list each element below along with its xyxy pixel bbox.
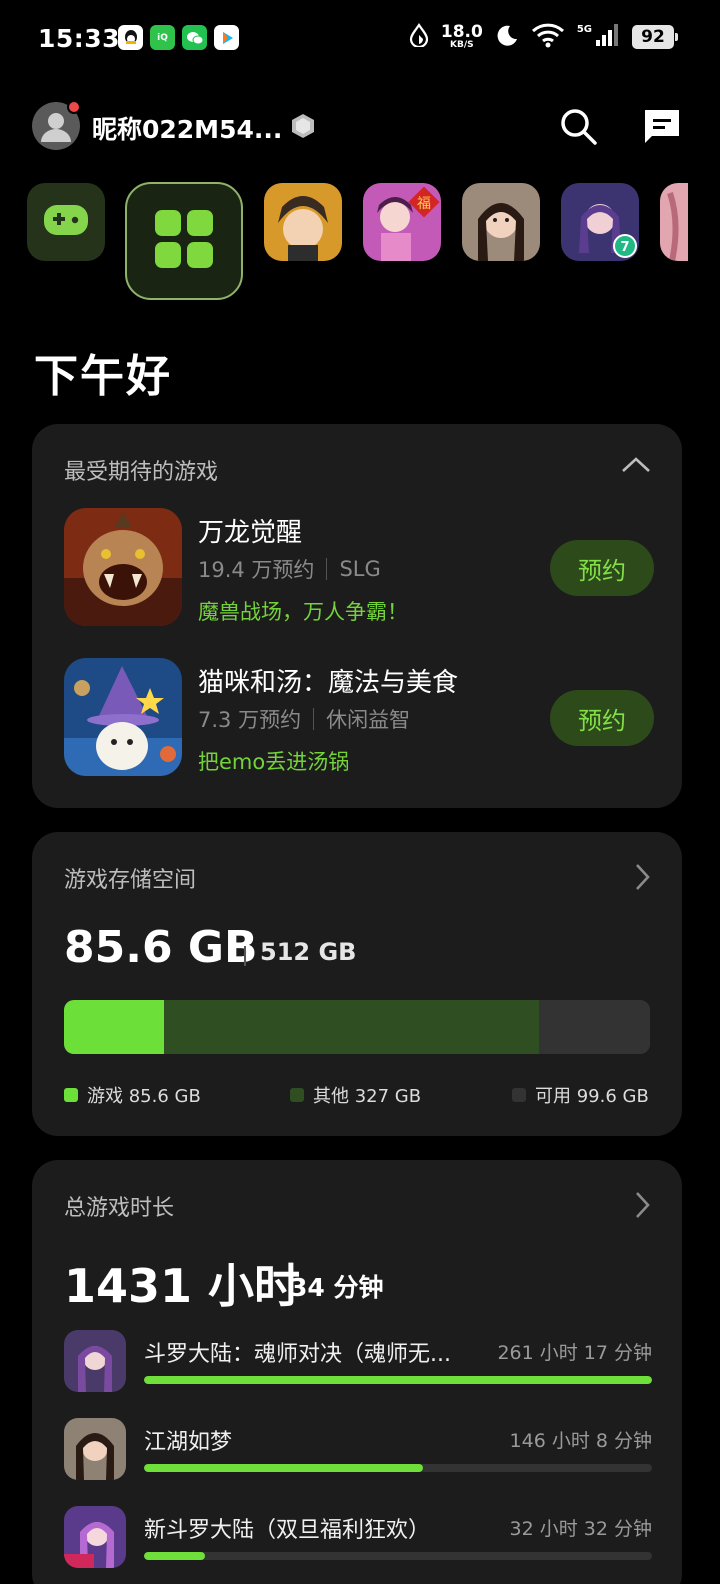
greeting: 下午好 bbox=[34, 351, 172, 402]
user-nickname[interactable]: 昵称022M54... bbox=[92, 110, 282, 146]
game-genre: SLG bbox=[339, 557, 381, 581]
storage-card[interactable]: 游戏存储空间 85.6 GB 512 GB 游戏 85.6 GB 其他 327 … bbox=[32, 832, 682, 1136]
play-time-hours: 1431 小时 bbox=[64, 1259, 301, 1313]
play-time-game-name: 新斗罗大陆（双旦福利狂欢） bbox=[144, 1518, 431, 1543]
wechat-icon bbox=[182, 25, 207, 50]
legend-label: 可用 99.6 GB bbox=[535, 1086, 649, 1107]
signal-icon bbox=[594, 22, 620, 52]
storage-used: 85.6 GB bbox=[64, 922, 258, 973]
game-genre: 休闲益智 bbox=[326, 708, 411, 732]
play-time-row[interactable]: 新斗罗大陆（双旦福利狂欢） 32 小时 32 分钟 bbox=[64, 1506, 652, 1576]
reservation-count: 19.4 万预约 bbox=[198, 558, 315, 582]
play-time-track bbox=[144, 1464, 652, 1472]
storage-title: 游戏存储空间 bbox=[64, 868, 197, 893]
legend-swatch bbox=[290, 1088, 304, 1102]
play-time-duration: 261 小时 17 分钟 bbox=[497, 1342, 652, 1364]
svg-text:福: 福 bbox=[417, 196, 431, 212]
game-icon-4[interactable]: 7 bbox=[561, 183, 639, 261]
wifi-icon bbox=[531, 22, 565, 52]
network-type: 5G bbox=[576, 23, 592, 35]
legend-label: 游戏 85.6 GB bbox=[87, 1086, 201, 1107]
reserve-button[interactable]: 预约 bbox=[550, 540, 654, 596]
legend-games: 游戏 85.6 GB bbox=[64, 1082, 201, 1108]
play-time-bar bbox=[144, 1376, 652, 1384]
game-strip: 福 7 bbox=[0, 180, 720, 304]
legend-other: 其他 327 GB bbox=[290, 1082, 421, 1108]
storage-segment-other bbox=[163, 1000, 539, 1054]
legend-free: 可用 99.6 GB bbox=[512, 1082, 649, 1108]
game-name: 万龙觉醒 bbox=[198, 518, 303, 548]
chevron-right-icon[interactable] bbox=[632, 1190, 652, 1224]
game-name: 猫咪和汤：魔法与美食 bbox=[198, 668, 459, 698]
expected-games-card: 最受期待的游戏 万龙觉醒 19.4 万预约 SLG 魔兽战场，万人争霸！ 预约 … bbox=[32, 424, 682, 808]
game-meta: 7.3 万预约 休闲益智 bbox=[198, 704, 410, 734]
expected-game-item[interactable]: 万龙觉醒 19.4 万预约 SLG 魔兽战场，万人争霸！ 预约 bbox=[64, 508, 654, 630]
play-time-bar bbox=[144, 1552, 205, 1560]
play-time-row[interactable]: 江湖如梦 146 小时 8 分钟 bbox=[64, 1418, 652, 1488]
play-time-row[interactable]: 斗罗大陆：魂师对决（魂师无... 261 小时 17 分钟 bbox=[64, 1330, 652, 1400]
legend-swatch bbox=[512, 1088, 526, 1102]
game-icon-douluo bbox=[64, 1330, 126, 1392]
status-bar: 15:33 iQ 18.0 KB/S 5G 92 bbox=[0, 0, 720, 80]
game-icon-cat-soup bbox=[64, 658, 182, 776]
game-icon-new-douluo bbox=[64, 1506, 126, 1568]
play-time-track bbox=[144, 1376, 652, 1384]
play-time-duration: 146 小时 8 分钟 bbox=[509, 1430, 652, 1452]
play-time-title: 总游戏时长 bbox=[64, 1196, 175, 1221]
meta-divider bbox=[326, 558, 328, 580]
game-slogan: 魔兽战场，万人争霸！ bbox=[198, 600, 408, 624]
moon-icon bbox=[495, 23, 519, 51]
notification-dot bbox=[67, 100, 81, 114]
data-saver-icon bbox=[409, 23, 429, 51]
legend-swatch bbox=[64, 1088, 78, 1102]
reservation-count: 7.3 万预约 bbox=[198, 708, 302, 732]
expected-game-item[interactable]: 猫咪和汤：魔法与美食 7.3 万预约 休闲益智 把emo丢进汤锅 预约 bbox=[64, 658, 654, 780]
game-icon-2[interactable]: 福 bbox=[363, 183, 441, 261]
game-badge-count: 7 bbox=[620, 240, 629, 255]
header: 昵称022M54... bbox=[0, 94, 720, 158]
game-icon-jianghu bbox=[64, 1418, 126, 1480]
gamepad-tile[interactable] bbox=[27, 183, 105, 261]
game-icon-wanlong bbox=[64, 508, 182, 626]
status-time: 15:33 bbox=[38, 24, 121, 53]
play-time-game-name: 江湖如梦 bbox=[144, 1430, 233, 1455]
game-icon-1[interactable] bbox=[264, 183, 342, 261]
video-app-icon bbox=[214, 25, 239, 50]
all-games-icon bbox=[155, 210, 213, 272]
play-time-bar bbox=[144, 1464, 424, 1472]
network-speed: 18.0 KB/S bbox=[440, 22, 483, 51]
storage-segment-free bbox=[538, 1000, 650, 1054]
game-slogan: 把emo丢进汤锅 bbox=[198, 750, 350, 774]
play-time-track bbox=[144, 1552, 652, 1560]
iqiyi-icon: iQ bbox=[150, 25, 175, 50]
all-games-tile[interactable] bbox=[125, 182, 243, 300]
level-badge-icon[interactable] bbox=[291, 113, 315, 143]
legend-label: 其他 327 GB bbox=[313, 1086, 422, 1107]
expected-games-title: 最受期待的游戏 bbox=[64, 460, 219, 485]
storage-segment-games bbox=[64, 1000, 164, 1054]
storage-total: 512 GB bbox=[260, 938, 357, 966]
game-meta: 19.4 万预约 SLG bbox=[198, 554, 381, 584]
notification-icons: iQ bbox=[118, 25, 239, 50]
play-time-duration: 32 小时 32 分钟 bbox=[509, 1518, 652, 1540]
storage-divider bbox=[244, 946, 246, 966]
message-icon[interactable] bbox=[642, 106, 682, 150]
reserve-button[interactable]: 预约 bbox=[550, 690, 654, 746]
storage-bar bbox=[64, 1000, 650, 1054]
collapse-chevron-icon[interactable] bbox=[620, 454, 652, 480]
play-time-card[interactable]: 总游戏时长 1431 小时 34 分钟 斗罗大陆：魂师对决（魂师无... 261… bbox=[32, 1160, 682, 1584]
play-time-game-name: 斗罗大陆：魂师对决（魂师无... bbox=[144, 1342, 451, 1367]
qq-icon bbox=[118, 25, 143, 50]
meta-divider bbox=[313, 708, 315, 730]
battery-indicator: 92 bbox=[632, 25, 678, 49]
game-icon-3[interactable] bbox=[462, 183, 540, 261]
game-icon-5[interactable] bbox=[660, 183, 688, 261]
search-icon[interactable] bbox=[558, 106, 598, 150]
gamepad-icon bbox=[42, 203, 90, 241]
chevron-right-icon[interactable] bbox=[632, 862, 652, 896]
play-time-minutes: 34 分钟 bbox=[290, 1273, 384, 1302]
